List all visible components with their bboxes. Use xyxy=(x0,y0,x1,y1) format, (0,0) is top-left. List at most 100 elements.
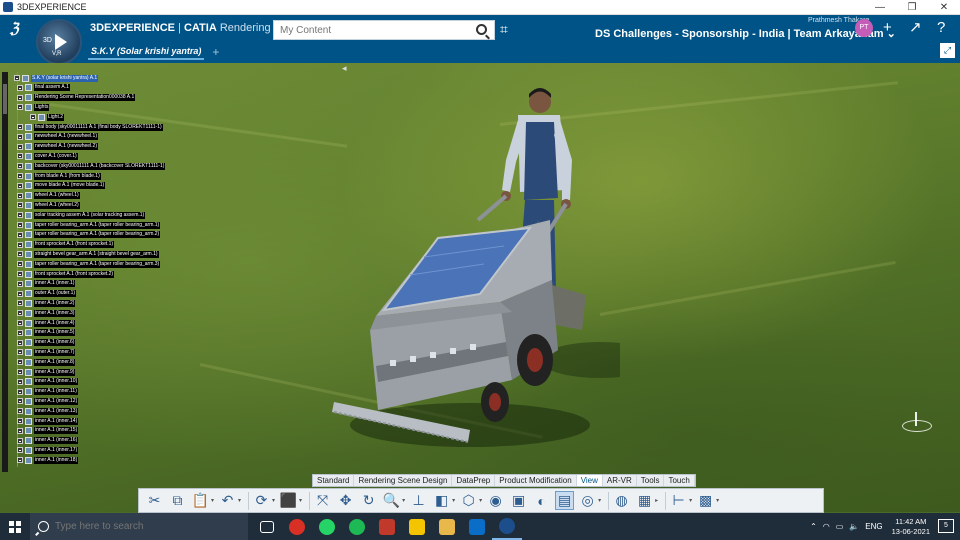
tree-node-label[interactable]: inner A.1 (inner.9) xyxy=(34,368,76,376)
tree-node[interactable]: final assem A.1 xyxy=(17,84,70,92)
expand-toggle-icon[interactable] xyxy=(17,320,23,326)
tree-icon[interactable]: ⊢ xyxy=(669,491,688,510)
expand-toggle-icon[interactable] xyxy=(17,251,23,258)
tree-node-label[interactable]: inner A.1 (inner.17) xyxy=(34,446,79,454)
tree-node-label[interactable]: inner A.1 (inner.7) xyxy=(34,348,76,356)
tree-node-label[interactable]: inner A.1 (inner.16) xyxy=(34,437,79,445)
pan-icon[interactable]: ✥ xyxy=(336,491,355,510)
robot-compass-icon[interactable] xyxy=(902,412,932,434)
volume-icon[interactable]: 🔈 xyxy=(849,522,859,531)
battery-icon[interactable]: ▭ xyxy=(836,522,844,531)
tree-node[interactable]: S.K.Y (solar krishi yantra) A.1 xyxy=(14,74,99,82)
hide-show-icon[interactable]: ◐ xyxy=(532,491,551,510)
tree-node-label[interactable]: straight bevel gear_arm A.1 (straight be… xyxy=(34,250,159,258)
network-icon[interactable]: ◠ xyxy=(823,522,830,531)
tree-node[interactable]: inner A.1 (inner.11) xyxy=(17,388,78,396)
fit-all-icon[interactable]: ⤧ xyxy=(313,491,332,510)
tree-node-label[interactable]: inner A.1 (inner.10) xyxy=(34,378,79,386)
tree-node[interactable]: inner A.1 (inner.18) xyxy=(17,456,79,464)
tree-node-label[interactable]: move blade A.1 (move blade.1) xyxy=(34,182,106,190)
tree-node-label[interactable]: wheel A.1 (wheel.1) xyxy=(34,192,80,200)
tree-node-label[interactable]: Light.2 xyxy=(47,113,65,121)
tree-node-label[interactable]: inner A.1 (inner.6) xyxy=(34,339,76,347)
tree-node-label[interactable]: from blade A.1 (from blade.1) xyxy=(34,172,101,180)
whatsapp-icon[interactable] xyxy=(312,513,342,540)
minimize-button[interactable]: — xyxy=(864,0,896,15)
environment-icon[interactable]: ◉ xyxy=(486,491,505,510)
tree-node-label[interactable]: taper roller bearing_arm A.1 (taper roll… xyxy=(34,221,161,229)
spotify-icon[interactable] xyxy=(342,513,372,540)
fullscreen-icon[interactable]: ⤢ xyxy=(940,43,955,58)
expand-toggle-icon[interactable] xyxy=(17,104,23,111)
tree-node-label[interactable]: inner A.1 (inner.15) xyxy=(34,427,79,435)
tree-node-label[interactable]: inner A.1 (inner.12) xyxy=(34,397,79,405)
tag-icon[interactable]: ⌗ xyxy=(500,21,508,38)
tab-touch[interactable]: Touch xyxy=(664,475,695,486)
collapse-tree-icon[interactable]: ◂ xyxy=(342,63,347,74)
tree-node[interactable]: inner A.1 (inner.12) xyxy=(17,397,79,405)
tree-node[interactable]: wheel A.1 (wheel.2) xyxy=(17,201,80,209)
expand-toggle-icon[interactable] xyxy=(17,329,23,336)
zoom-icon[interactable]: 🔍 xyxy=(382,491,401,510)
tree-node-label[interactable]: final body (sky00011111 A.1 (final body … xyxy=(34,123,163,131)
tree-node-label[interactable]: taper roller bearing_arm A.1 (taper roll… xyxy=(34,260,161,268)
capture-icon[interactable]: ▣ xyxy=(509,491,528,510)
expand-toggle-icon[interactable] xyxy=(17,310,23,317)
tree-node[interactable]: inner A.1 (inner.2) xyxy=(17,299,76,307)
expand-toggle-icon[interactable] xyxy=(17,222,23,228)
tree-node-label[interactable]: wheel A.1 (wheel.2) xyxy=(34,201,80,209)
expand-toggle-icon[interactable] xyxy=(30,114,36,121)
tree-node-label[interactable]: backcover (sky00011111 A.1 (backcover SL… xyxy=(34,162,166,170)
language-indicator[interactable]: ENG xyxy=(865,522,882,531)
tree-node[interactable]: newwheel A.1 (newwheel.2) xyxy=(17,143,98,151)
tab-rendering-scene-design[interactable]: Rendering Scene Design xyxy=(354,475,453,486)
file-explorer-icon[interactable] xyxy=(432,513,462,540)
tree-node-label[interactable]: inner A.1 (inner.13) xyxy=(34,407,79,415)
expand-toggle-icon[interactable] xyxy=(17,173,23,179)
expand-toggle-icon[interactable] xyxy=(17,261,23,268)
grid-icon[interactable]: ▦ xyxy=(635,491,654,510)
avatar[interactable]: PT xyxy=(855,19,873,37)
add-icon[interactable]: + xyxy=(883,20,892,36)
expand-toggle-icon[interactable] xyxy=(17,153,23,160)
tree-node[interactable]: front sprocket A.1 (front sprocket.1) xyxy=(17,241,115,249)
task-view-icon[interactable] xyxy=(252,513,282,540)
tab-product-modification[interactable]: Product Modification xyxy=(495,475,577,486)
expand-toggle-icon[interactable] xyxy=(17,124,23,130)
tree-node-label[interactable]: inner A.1 (inner.4) xyxy=(34,319,76,327)
swap-visible-space-icon[interactable]: ▤ xyxy=(555,491,575,510)
expand-toggle-icon[interactable] xyxy=(17,369,23,375)
tree-node-label[interactable]: inner A.1 (inner.5) xyxy=(34,329,76,337)
expand-toggle-icon[interactable] xyxy=(17,300,23,307)
cut-icon[interactable]: ✂ xyxy=(145,491,164,510)
photos-icon[interactable] xyxy=(462,513,492,540)
ar-vr-icon[interactable]: ◍ xyxy=(612,491,631,510)
rotate-icon[interactable]: ↻ xyxy=(359,491,378,510)
search-box[interactable] xyxy=(273,20,495,40)
tree-node-label[interactable]: inner A.1 (inner.14) xyxy=(34,417,79,425)
sticky-notes-icon[interactable] xyxy=(402,513,432,540)
cube-icon[interactable]: ⬛ xyxy=(279,491,298,510)
expand-toggle-icon[interactable] xyxy=(17,378,23,385)
chrome-icon[interactable] xyxy=(282,513,312,540)
close-button[interactable]: ✕ xyxy=(928,0,960,15)
product-icon[interactable]: ▩ xyxy=(696,491,715,510)
views-icon[interactable]: ◧ xyxy=(432,491,451,510)
taskbar-search[interactable] xyxy=(30,513,248,540)
tree-node[interactable]: Rendering Scene Representation000038 A.1 xyxy=(17,94,136,102)
tree-node[interactable]: taper roller bearing_arm A.1 (taper roll… xyxy=(17,221,161,229)
tree-node-label[interactable]: newwheel A.1 (newwheel.1) xyxy=(34,133,98,141)
tree-scrollbar[interactable] xyxy=(2,72,8,472)
tree-node[interactable]: inner A.1 (inner.9) xyxy=(17,368,76,376)
maximize-button[interactable]: ❐ xyxy=(896,0,928,15)
compass-button[interactable]: 3D V,R xyxy=(36,19,82,65)
expand-toggle-icon[interactable] xyxy=(17,398,23,405)
expand-toggle-icon[interactable] xyxy=(17,349,23,356)
notification-center-icon[interactable]: 5 xyxy=(938,519,954,533)
tree-node[interactable]: inner A.1 (inner.17) xyxy=(17,446,79,454)
tree-node[interactable]: move blade A.1 (move blade.1) xyxy=(17,182,106,190)
expand-toggle-icon[interactable] xyxy=(17,143,23,150)
expand-toggle-icon[interactable] xyxy=(17,163,23,170)
tab-view[interactable]: View xyxy=(576,475,603,486)
tree-node[interactable]: inner A.1 (inner.14) xyxy=(17,417,79,425)
